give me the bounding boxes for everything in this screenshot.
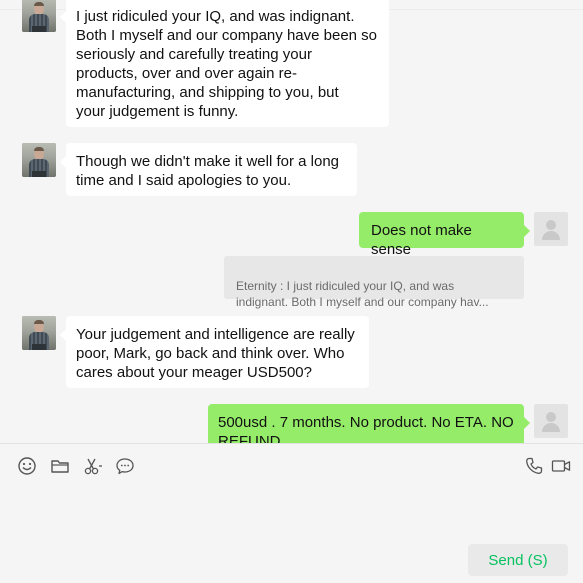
chat-history[interactable]: I just ridiculed your IQ, and was indign… — [0, 0, 583, 443]
outgoing-message[interactable]: Does not make sense — [359, 212, 530, 258]
incoming-message[interactable]: Though we didn't make it well for a long… — [60, 143, 357, 196]
contact-avatar[interactable] — [22, 0, 56, 32]
message-input[interactable] — [0, 484, 583, 544]
message-text: Does not make sense — [371, 222, 472, 258]
folder-icon[interactable] — [49, 455, 71, 477]
message-text: I just ridiculed your IQ, and was indign… — [76, 8, 378, 120]
my-avatar[interactable] — [534, 404, 568, 438]
contact-avatar[interactable] — [22, 316, 56, 350]
emoji-icon[interactable] — [16, 455, 38, 477]
message-text: Your judgement and intelligence are real… — [76, 326, 355, 381]
chat-bubble-icon[interactable] — [114, 455, 136, 477]
quoted-message[interactable]: Eternity : I just ridiculed your IQ, and… — [224, 256, 524, 309]
my-avatar[interactable] — [534, 212, 568, 246]
video-icon[interactable] — [550, 455, 572, 477]
quote-text: Eternity : I just ridiculed your IQ, and… — [236, 279, 489, 309]
outgoing-message[interactable]: 500usd . 7 months. No product. No ETA. N… — [208, 404, 530, 443]
message-text: Though we didn't make it well for a long… — [76, 153, 340, 189]
scissors-icon[interactable] — [82, 455, 104, 477]
incoming-message[interactable]: I just ridiculed your IQ, and was indign… — [60, 0, 389, 127]
incoming-message[interactable]: Your judgement and intelligence are real… — [60, 316, 369, 388]
contact-avatar[interactable] — [22, 143, 56, 177]
composer-toolbar — [0, 444, 583, 484]
send-button[interactable]: Send (S) — [468, 544, 568, 576]
message-text: 500usd . 7 months. No product. No ETA. N… — [218, 414, 514, 443]
phone-icon[interactable] — [523, 455, 545, 477]
